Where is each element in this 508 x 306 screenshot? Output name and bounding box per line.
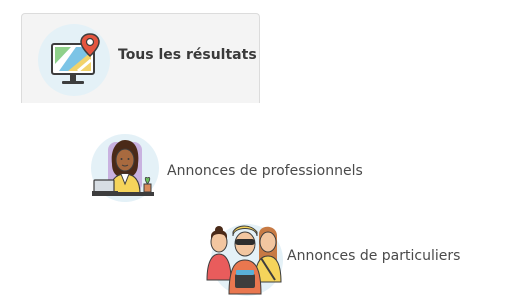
map-monitor-icon	[38, 24, 110, 96]
tab-all-results-label: Tous les résultats	[118, 47, 257, 63]
tab-professional-ads[interactable]: Annonces de professionnels	[88, 134, 378, 204]
professional-woman-icon	[88, 134, 160, 204]
tab-private-ads[interactable]: Annonces de particuliers	[205, 220, 475, 300]
private-people-icon	[205, 220, 285, 300]
tab-all-results[interactable]: Tous les résultats	[21, 13, 260, 103]
tab-private-ads-label: Annonces de particuliers	[287, 248, 461, 264]
tab-professional-ads-label: Annonces de professionnels	[167, 163, 363, 179]
